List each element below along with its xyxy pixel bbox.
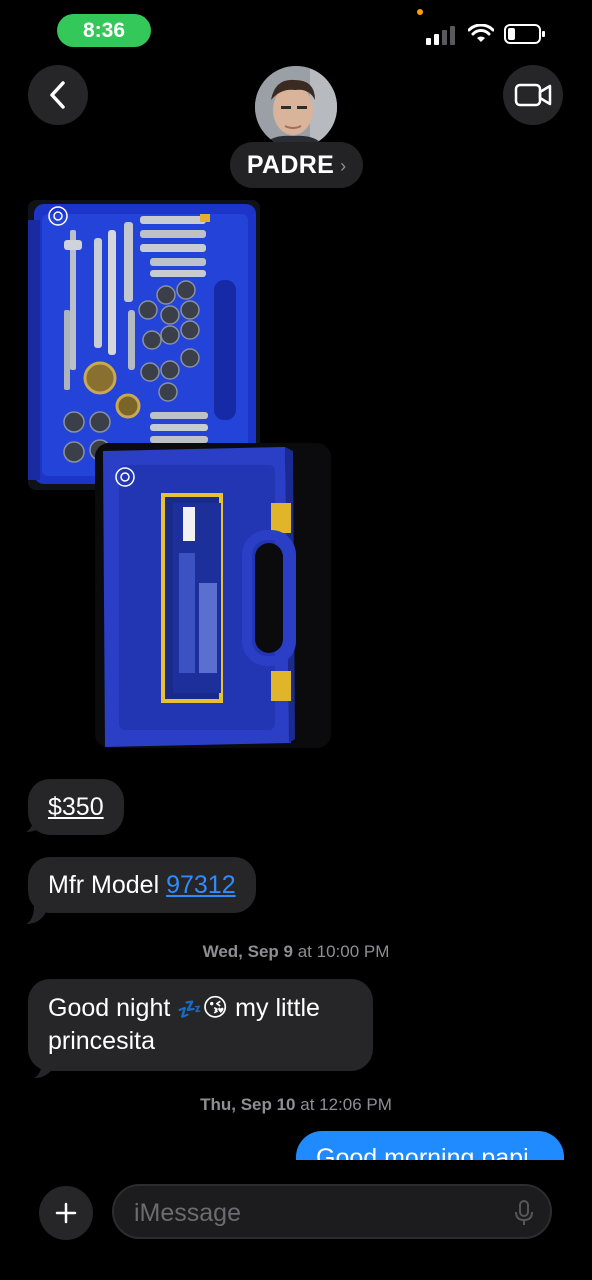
timestamp: Thu, Sep 10 at 12:06 PM bbox=[200, 1095, 392, 1114]
status-bar: 8:36 bbox=[0, 0, 592, 60]
plus-icon bbox=[55, 1202, 77, 1224]
message-bubble-incoming[interactable]: Good night 💤😘 my little princesita bbox=[28, 979, 373, 1071]
cellular-signal-icon bbox=[426, 25, 458, 45]
chevron-left-icon bbox=[50, 81, 65, 109]
battery-icon bbox=[504, 24, 545, 44]
contact-avatar[interactable] bbox=[255, 66, 337, 148]
sleeping-emoji: 💤 bbox=[177, 999, 203, 1021]
contact-name-button[interactable]: PADRE › bbox=[230, 142, 363, 188]
timestamp: Wed, Sep 9 at 10:00 PM bbox=[202, 942, 390, 961]
model-number-link[interactable]: 97312 bbox=[166, 871, 236, 899]
bubble-tail bbox=[26, 906, 46, 924]
input-placeholder: iMessage bbox=[134, 1199, 241, 1227]
kiss-emoji: 😘 bbox=[202, 994, 229, 1022]
contact-name: PADRE bbox=[246, 150, 335, 179]
model-label: Mfr Model bbox=[48, 871, 167, 899]
bubble-tail bbox=[26, 814, 46, 832]
chevron-right-icon: › bbox=[340, 155, 347, 176]
imessage-input[interactable]: iMessage bbox=[112, 1184, 552, 1239]
facetime-video-button[interactable] bbox=[503, 65, 563, 125]
price-text[interactable]: $350 bbox=[48, 793, 104, 821]
apps-plus-button[interactable] bbox=[39, 1186, 93, 1240]
video-camera-icon bbox=[514, 83, 552, 107]
bubble-tail bbox=[34, 1060, 54, 1078]
message-photo-closed-case[interactable] bbox=[95, 443, 331, 748]
back-button[interactable] bbox=[28, 65, 88, 125]
message-bubble-incoming[interactable]: Mfr Model 97312 bbox=[28, 857, 256, 913]
microphone-icon[interactable] bbox=[514, 1199, 534, 1227]
mic-in-use-indicator bbox=[417, 9, 423, 15]
wifi-icon bbox=[468, 24, 494, 42]
status-time[interactable]: 8:36 bbox=[57, 14, 151, 47]
